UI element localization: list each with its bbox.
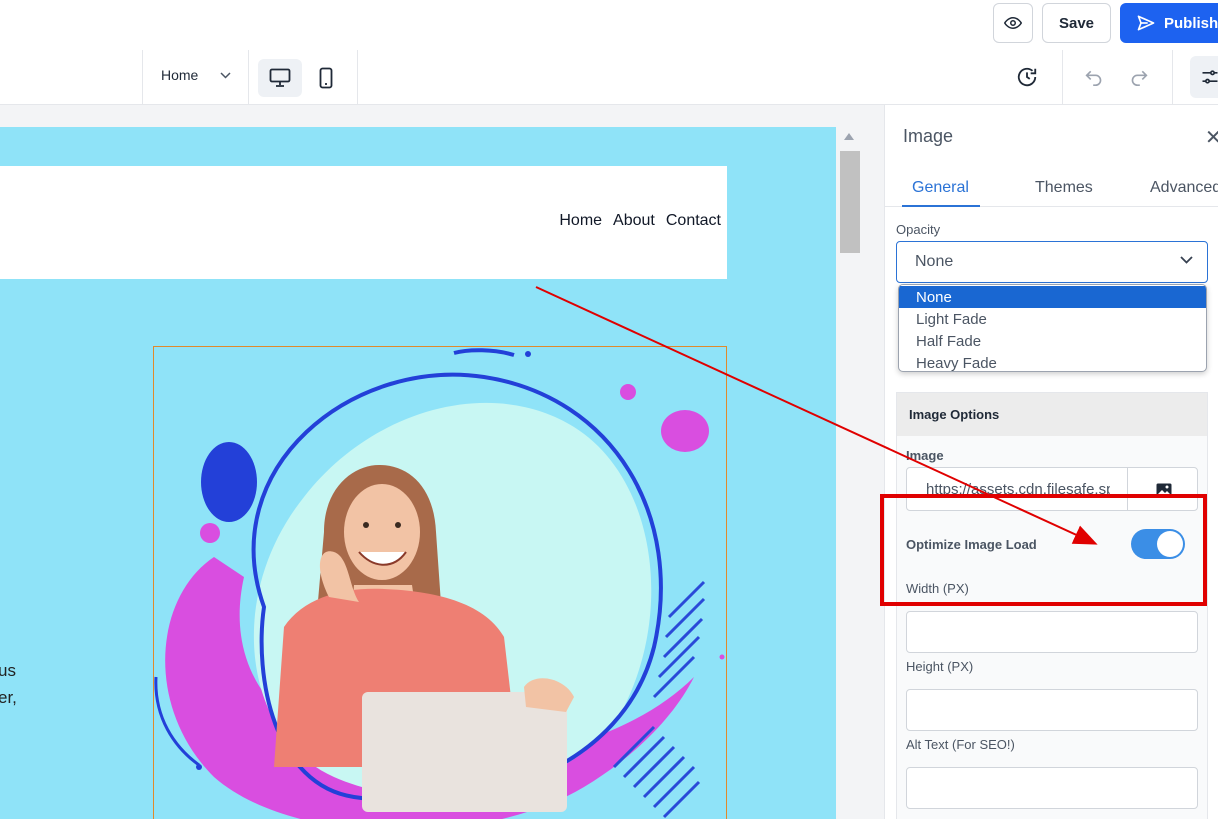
divider	[1062, 50, 1063, 104]
chevron-down-icon	[1180, 256, 1193, 264]
opacity-select-value: None	[915, 253, 954, 270]
site-header-section[interactable]: Home About Contact	[0, 166, 727, 279]
alt-text-input[interactable]	[906, 767, 1198, 809]
hero-image[interactable]	[153, 346, 727, 819]
opacity-label: Opacity	[896, 222, 941, 237]
nav-link-contact[interactable]: Contact	[666, 212, 721, 230]
panel-title: Image	[903, 126, 954, 146]
preview-button[interactable]	[993, 3, 1033, 43]
redo-button[interactable]	[1126, 64, 1152, 90]
opacity-option-half-fade[interactable]: Half Fade	[899, 330, 1206, 352]
desktop-view-button[interactable]	[258, 59, 302, 97]
image-url-field[interactable]: https://assets.cdn.filesafe.space/	[906, 467, 1198, 511]
image-options-section: Image Options Image https://assets.cdn.f…	[896, 392, 1208, 819]
opacity-option-none[interactable]: None	[899, 286, 1206, 308]
page-selector-value: Home	[161, 67, 199, 83]
toggle-knob	[1157, 531, 1183, 557]
tab-advanced[interactable]: Advanced	[1150, 179, 1218, 197]
divider	[142, 50, 143, 104]
nav-link-home[interactable]: Home	[559, 212, 602, 230]
opacity-dropdown: None Light Fade Half Fade Heavy Fade	[898, 284, 1207, 372]
top-bar: Save Publish	[0, 0, 1218, 50]
height-label: Height (PX)	[906, 659, 974, 674]
divider	[1172, 50, 1173, 104]
close-icon[interactable]: ✕	[1205, 125, 1218, 149]
send-icon	[1137, 15, 1155, 31]
scroll-up-arrow[interactable]	[844, 133, 854, 140]
image-label: Image	[906, 448, 944, 463]
undo-icon	[1085, 70, 1102, 86]
save-button[interactable]: Save	[1042, 3, 1111, 43]
scroll-thumb[interactable]	[840, 151, 860, 253]
canvas-scrollbar[interactable]	[838, 127, 862, 819]
site-nav: Home About Contact	[559, 212, 721, 230]
settings-button[interactable]	[1190, 56, 1218, 98]
clipped-body-text: us er,	[0, 657, 17, 711]
publish-button[interactable]: Publish	[1120, 3, 1218, 43]
history-icon	[1017, 67, 1037, 87]
page-selector[interactable]: Home	[161, 67, 231, 83]
divider	[248, 50, 249, 104]
publish-label: Publish	[1164, 14, 1218, 32]
image-options-heading[interactable]: Image Options	[897, 393, 1207, 436]
editor-canvas-area: Home About Contact us er,	[0, 105, 884, 819]
desktop-icon	[269, 68, 291, 87]
redo-icon	[1131, 70, 1148, 86]
nav-link-about[interactable]: About	[613, 212, 655, 230]
mobile-icon	[319, 67, 333, 89]
opacity-option-light-fade[interactable]: Light Fade	[899, 308, 1206, 330]
panel-tabs: General Themes Advanced	[885, 167, 1218, 207]
optimize-image-load-toggle[interactable]	[1131, 529, 1185, 559]
alt-text-label: Alt Text (For SEO!)	[906, 737, 1015, 752]
optimize-image-load-label: Optimize Image Load	[906, 537, 1037, 552]
clipped-text-line: er,	[0, 688, 17, 707]
chevron-down-icon	[220, 71, 231, 79]
active-tab-indicator	[902, 205, 980, 207]
tab-general[interactable]: General	[912, 179, 969, 197]
image-icon	[1156, 483, 1171, 497]
page-canvas[interactable]: Home About Contact us er,	[0, 127, 836, 819]
undo-button[interactable]	[1081, 64, 1107, 90]
height-input[interactable]	[906, 689, 1198, 731]
mobile-view-button[interactable]	[304, 59, 348, 97]
width-input[interactable]	[906, 611, 1198, 653]
sliders-icon	[1202, 70, 1218, 84]
history-button[interactable]	[1014, 64, 1040, 90]
opacity-option-heavy-fade[interactable]: Heavy Fade	[899, 352, 1206, 372]
eye-icon	[1004, 16, 1022, 30]
opacity-select[interactable]: None	[896, 241, 1208, 283]
element-settings-panel: Image ✕ General Themes Advanced Opacity …	[884, 105, 1218, 819]
divider	[357, 50, 358, 104]
editor-toolbar: Home	[0, 50, 1218, 105]
tab-themes[interactable]: Themes	[1035, 179, 1093, 197]
image-url-value: https://assets.cdn.filesafe.space/	[926, 481, 1110, 498]
image-picker-button[interactable]	[1127, 468, 1197, 510]
width-label: Width (PX)	[906, 581, 969, 596]
clipped-text-line: us	[0, 661, 16, 680]
hero-illustration	[154, 348, 725, 819]
